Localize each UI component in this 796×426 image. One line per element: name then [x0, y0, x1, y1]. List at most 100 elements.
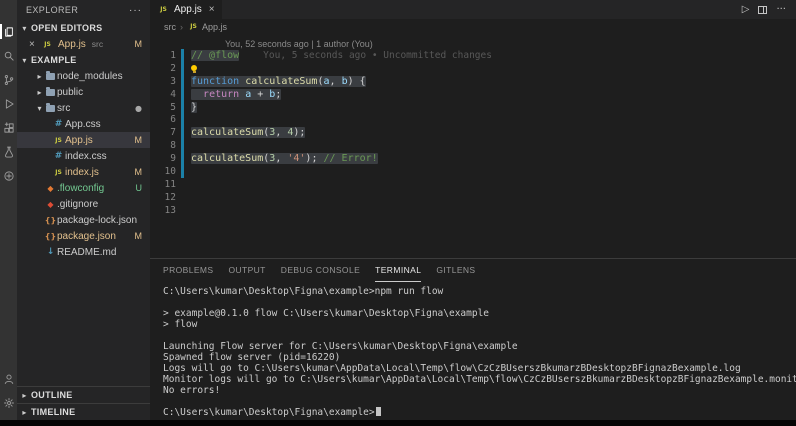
json-icon [44, 230, 57, 242]
panel-tab-bar: PROBLEMS OUTPUT DEBUG CONSOLE TERMINAL GITLE… [150, 259, 796, 282]
file-row-package.json[interactable]: package.json M [17, 228, 150, 244]
terminal-output[interactable]: C:\Users\kumar\Desktop\Figna\example>npm… [150, 282, 796, 420]
close-icon[interactable]: × [29, 39, 37, 50]
code-line-13: 13 [150, 204, 796, 217]
terminal-line: > flow [163, 319, 198, 330]
file-label: package.json [57, 230, 116, 242]
file-row-index.css[interactable]: index.css [17, 148, 150, 164]
more-actions-icon[interactable]: ··· [129, 5, 142, 16]
code-tokens: // @flow [191, 49, 240, 61]
remote-icon[interactable] [0, 168, 17, 183]
settings-icon[interactable] [0, 395, 17, 410]
split-editor-icon[interactable] [758, 5, 768, 14]
token: + [251, 88, 270, 100]
flow-icon [44, 182, 57, 194]
md-icon [44, 246, 57, 258]
search-icon[interactable] [0, 48, 17, 63]
file-row-public[interactable]: ▸ public [17, 84, 150, 100]
code-tokens: calculateSum(3, 4); [191, 127, 306, 139]
line-number: 13 [164, 204, 176, 216]
testing-icon[interactable] [0, 144, 17, 159]
line-number: 4 [170, 88, 176, 100]
file-row-App.js[interactable]: App.js M [17, 132, 150, 148]
close-icon[interactable]: × [209, 4, 215, 15]
open-editors-header[interactable]: ▾ OPEN EDITORS [17, 20, 150, 36]
code-line-8: 8 [150, 139, 796, 153]
tab-label: App.js [174, 4, 202, 15]
token: return [203, 88, 240, 100]
git-status-badge: M [134, 167, 143, 177]
js-icon [187, 21, 200, 33]
tab-appjs[interactable]: App.js × [150, 0, 222, 19]
debug-icon[interactable] [0, 96, 17, 111]
source-control-icon[interactable] [0, 72, 17, 87]
line-number: 10 [164, 165, 176, 177]
line-number: 8 [170, 140, 176, 152]
code-line-10: 10 [150, 165, 796, 178]
file-row-.gitignore[interactable]: .gitignore [17, 196, 150, 212]
app-frame: EXPLORER ··· ▾ OPEN EDITORS × App.js src… [0, 0, 796, 420]
section-timeline[interactable]: ▸ TIMELINE [17, 403, 150, 420]
project-section-header[interactable]: ▾ EXAMPLE [17, 52, 150, 68]
git-icon [44, 198, 57, 210]
file-label: index.css [65, 150, 107, 162]
code-line-9: 9 calculateSum(3, '4'); // Error! [150, 152, 796, 166]
breadcrumb-item-app.js[interactable]: App.js [187, 21, 227, 33]
chevron-down-icon[interactable]: ▾ [35, 104, 44, 113]
account-icon[interactable] [0, 371, 17, 386]
code-text: // @flow You, 5 seconds ago • Uncommitted… [184, 49, 492, 61]
terminal-line: Logs will go to C:\Users\kumar\AppData\L… [163, 363, 741, 374]
panel-tab-debug-console[interactable]: DEBUG CONSOLE [281, 259, 360, 282]
file-row-App.css[interactable]: App.css [17, 116, 150, 132]
file-tree: ▸ node_modules ▸ public ▾ src ● App.css App.js Mi… [17, 68, 150, 260]
file-row-src[interactable]: ▾ src ● [17, 100, 150, 116]
files-icon[interactable] [0, 24, 17, 39]
chevron-right-icon[interactable]: ▸ [35, 88, 44, 97]
file-row-.flowconfig[interactable]: .flowconfig U [17, 180, 150, 196]
more-actions-icon[interactable]: ··· [776, 4, 786, 15]
panel-tab-gitlens[interactable]: GITLENS [436, 259, 475, 282]
extensions-icon[interactable] [0, 120, 17, 135]
breadcrumb-item-src[interactable]: src [164, 22, 176, 32]
file-row-node_modules[interactable]: ▸ node_modules [17, 68, 150, 84]
token: calculateSum [191, 153, 264, 165]
sidebar-header: EXPLORER ··· [17, 0, 150, 20]
panel-tab-output[interactable]: OUTPUT [228, 259, 265, 282]
file-label: index.js [65, 166, 99, 178]
folder-icon [44, 70, 57, 82]
open-editor-item[interactable]: × App.js src M [17, 36, 150, 52]
token: } [191, 101, 198, 113]
panel-tab-terminal[interactable]: TERMINAL [375, 259, 422, 282]
code-text [184, 65, 197, 74]
chevron-right-icon[interactable]: ▸ [35, 72, 44, 81]
file-row-package-lock.json[interactable]: package-lock.json [17, 212, 150, 228]
modified-gutter [181, 113, 184, 127]
line-number: 6 [170, 114, 176, 126]
line-number: 3 [170, 75, 176, 87]
code-editor[interactable]: You, 52 seconds ago | 1 author (You) 1 // … [150, 34, 796, 258]
token: ); [305, 153, 324, 165]
panel-tab-problems[interactable]: PROBLEMS [163, 259, 213, 282]
code-tokens: function calculateSum(a, b) { [191, 75, 366, 87]
token: function [191, 75, 240, 87]
css-icon [52, 118, 65, 130]
git-status-badge: M [134, 231, 143, 241]
section-outline[interactable]: ▸ OUTLINE [17, 386, 150, 403]
open-editor-folder: src [91, 39, 104, 49]
token: , [275, 127, 288, 139]
file-label: .gitignore [57, 198, 99, 210]
lightbulb-icon[interactable] [191, 65, 197, 74]
folder-icon [44, 86, 57, 98]
token: ; [275, 88, 282, 100]
codelens-text[interactable]: You, 52 seconds ago | 1 author (You) [225, 39, 373, 49]
folder-icon [44, 102, 57, 114]
file-label: App.js [65, 134, 93, 146]
file-row-index.js[interactable]: index.js M [17, 164, 150, 180]
file-row-README.md[interactable]: README.md [17, 244, 150, 260]
blame-annotation: You, 5 seconds ago • Uncommitted changes [263, 49, 492, 61]
run-icon[interactable]: ▷ [742, 4, 750, 15]
terminal-prompt[interactable]: C:\Users\kumar\Desktop\Figna\example> [163, 407, 796, 418]
modified-gutter [181, 139, 184, 153]
